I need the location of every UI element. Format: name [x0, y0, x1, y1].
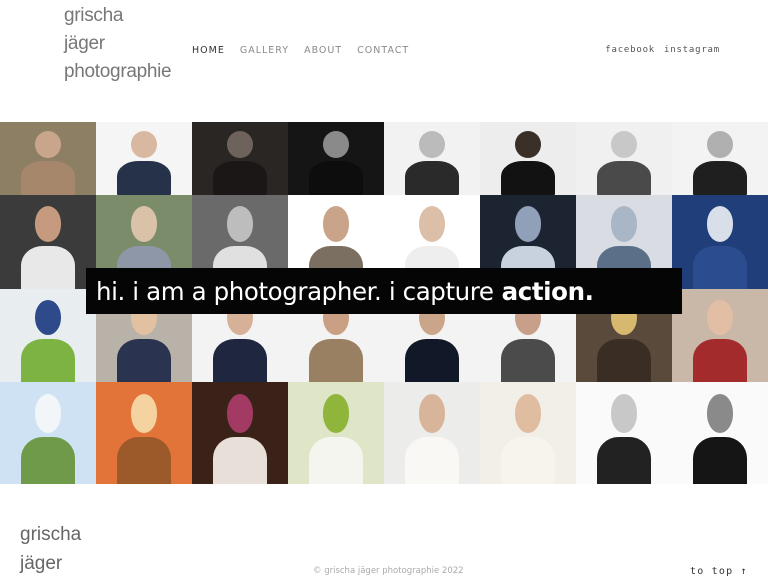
nav-contact[interactable]: CONTACT [357, 45, 409, 56]
photo-subject-head [418, 206, 446, 242]
photo-subject-head [322, 130, 350, 159]
gallery-photo[interactable] [576, 382, 672, 484]
gallery-photo[interactable] [480, 382, 576, 484]
gallery-photo[interactable] [192, 122, 288, 195]
copyright-text: © grischa jäger photographie 2022 [313, 566, 464, 576]
photo-subject-head [322, 206, 350, 242]
social-links: facebook instagram [605, 45, 720, 55]
gallery-photo[interactable] [192, 382, 288, 484]
hero-emphasis: action. [501, 276, 594, 306]
gallery-photo[interactable] [672, 382, 768, 484]
photo-subject-head [514, 394, 542, 433]
photo-subject-head [34, 394, 62, 433]
photo-subject-head [514, 206, 542, 242]
photo-subject-body [693, 437, 747, 484]
logo-line-3: photographie [64, 61, 172, 82]
photo-subject-head [226, 206, 254, 242]
gallery-photo[interactable] [288, 382, 384, 484]
gallery-photo[interactable] [0, 195, 96, 289]
photo-subject-body [21, 437, 75, 484]
photo-subject-body [213, 339, 267, 382]
footer-logo-line-2: jäger [20, 553, 63, 574]
photo-subject-body [21, 161, 75, 195]
gallery-photo[interactable] [0, 289, 96, 382]
photo-subject-body [597, 437, 651, 484]
photo-subject-head [610, 206, 638, 242]
photo-subject-body [693, 339, 747, 382]
photo-subject-head [322, 394, 350, 433]
gallery-photo[interactable] [672, 289, 768, 382]
nav-about[interactable]: ABOUT [304, 45, 342, 56]
photo-subject-body [21, 245, 75, 289]
photo-subject-body [597, 161, 651, 195]
photo-subject-head [706, 206, 734, 242]
gallery-photo[interactable] [384, 382, 480, 484]
photo-subject-head [130, 206, 158, 242]
to-top-link[interactable]: to top ↑ [690, 566, 748, 577]
photo-subject-body [405, 339, 459, 382]
photo-subject-body [21, 339, 75, 382]
photo-subject-head [610, 130, 638, 159]
photo-subject-body [501, 339, 555, 382]
gallery-photo[interactable] [672, 122, 768, 195]
photo-subject-head [514, 130, 542, 159]
photo-subject-head [130, 394, 158, 433]
photo-subject-head [34, 300, 62, 336]
gallery-photo[interactable] [576, 122, 672, 195]
photo-subject-body [213, 161, 267, 195]
photo-subject-body [117, 339, 171, 382]
facebook-link[interactable]: facebook [605, 45, 655, 55]
photo-subject-body [117, 437, 171, 484]
gallery-photo[interactable] [480, 122, 576, 195]
hero-headline: hi. i am a photographer. i capture actio… [86, 268, 682, 314]
photo-subject-head [130, 130, 158, 159]
footer-logo-line-1: grischa [20, 524, 82, 545]
footer-logo[interactable]: grischa jäger [20, 520, 140, 578]
photo-subject-head [706, 130, 734, 159]
photo-subject-body [405, 161, 459, 195]
photo-subject-head [706, 300, 734, 336]
logo-line-2: jäger [64, 33, 105, 54]
photo-subject-body [405, 437, 459, 484]
photo-subject-body [693, 161, 747, 195]
photo-subject-head [610, 394, 638, 433]
photo-subject-body [309, 437, 363, 484]
photo-subject-head [34, 206, 62, 242]
photo-subject-head [226, 394, 254, 433]
gallery-photo[interactable] [96, 122, 192, 195]
gallery-photo[interactable] [0, 382, 96, 484]
gallery-photo[interactable] [672, 195, 768, 289]
photo-subject-body [309, 339, 363, 382]
photo-subject-head [418, 394, 446, 433]
photo-subject-body [501, 437, 555, 484]
gallery-photo[interactable] [384, 122, 480, 195]
site-logo[interactable]: grischa jäger photographie [64, 2, 184, 86]
photo-subject-body [597, 339, 651, 382]
nav-gallery[interactable]: GALLERY [240, 45, 289, 56]
photo-subject-body [693, 245, 747, 289]
nav-home[interactable]: HOME [192, 45, 225, 56]
photo-subject-body [501, 161, 555, 195]
gallery-photo[interactable] [288, 122, 384, 195]
gallery-photo[interactable] [96, 382, 192, 484]
photo-subject-head [34, 130, 62, 159]
logo-line-1: grischa [64, 5, 124, 26]
photo-subject-head [226, 130, 254, 159]
main-nav: HOME GALLERY ABOUT CONTACT [192, 45, 409, 56]
photo-subject-body [309, 161, 363, 195]
photo-subject-body [213, 437, 267, 484]
hero-text: hi. i am a photographer. i capture [96, 276, 494, 306]
photo-subject-body [117, 161, 171, 195]
photo-subject-head [706, 394, 734, 433]
photo-subject-head [418, 130, 446, 159]
instagram-link[interactable]: instagram [664, 45, 720, 55]
gallery-photo[interactable] [0, 122, 96, 195]
